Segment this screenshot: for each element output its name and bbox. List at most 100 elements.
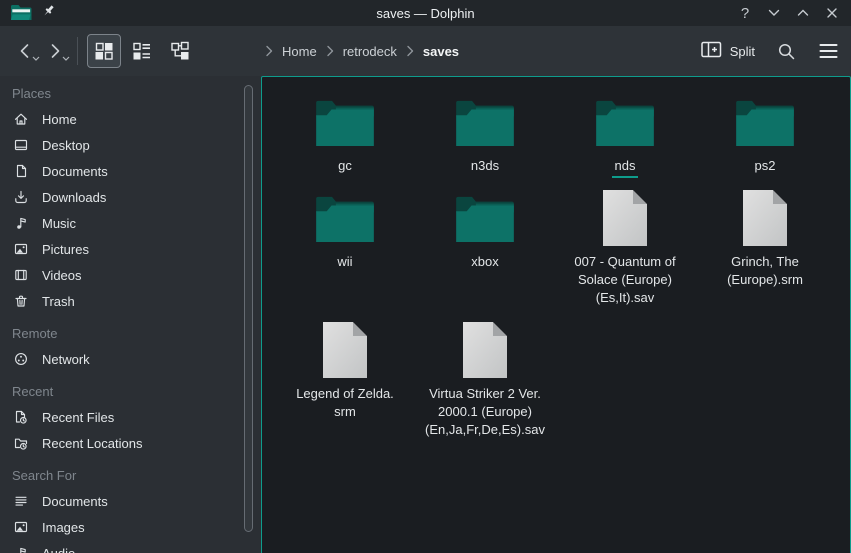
breadcrumb-current[interactable]: saves bbox=[423, 44, 459, 59]
back-dropdown-caret-icon[interactable] bbox=[32, 50, 40, 65]
file-icon bbox=[602, 187, 648, 249]
folder-icon bbox=[315, 187, 375, 249]
dolphin-window: saves — Dolphin ? Home retrodeck saves Spl… bbox=[0, 0, 851, 553]
search-button[interactable] bbox=[776, 41, 797, 62]
forward-button[interactable] bbox=[40, 36, 70, 66]
details-view-button[interactable] bbox=[125, 34, 159, 68]
sidebar-item-label: Documents bbox=[42, 494, 108, 509]
sidebar-section-title: Remote bbox=[0, 322, 261, 346]
sidebar-item-label: Desktop bbox=[42, 138, 90, 153]
sidebar-section: RecentRecent FilesRecent Locations bbox=[0, 380, 261, 456]
item-label: wii bbox=[337, 253, 352, 271]
sidebar-item-label: Images bbox=[42, 520, 85, 535]
sidebar-item-documents[interactable]: Documents bbox=[0, 488, 261, 514]
video-icon bbox=[13, 267, 29, 283]
item-label: 007 - Quantum ofSolace (Europe)(Es,It).s… bbox=[574, 253, 675, 307]
file-item-virtua[interactable]: Virtua Striker 2 Ver.2000.1 (Europe)(En,… bbox=[415, 319, 555, 459]
sidebar-section: Search For Documents Images Audio bbox=[0, 464, 261, 553]
breadcrumb-separator-icon bbox=[324, 45, 336, 57]
folder-item-nds[interactable]: nds bbox=[555, 91, 695, 187]
breadcrumb-item[interactable]: retrodeck bbox=[343, 44, 397, 59]
sidebar-item-documents[interactable]: Documents bbox=[0, 158, 261, 184]
home-icon bbox=[13, 111, 29, 127]
toolbar-separator bbox=[77, 37, 78, 65]
sidebar-item-label: Music bbox=[42, 216, 76, 231]
file-item-legend[interactable]: Legend of Zelda.srm bbox=[275, 319, 415, 459]
sidebar-item-network[interactable]: Network bbox=[0, 346, 261, 372]
file-item-007[interactable]: 007 - Quantum ofSolace (Europe)(Es,It).s… bbox=[555, 187, 695, 319]
recent-locations-icon bbox=[13, 435, 29, 451]
close-button[interactable] bbox=[823, 4, 841, 22]
sidebar-scrollbar-thumb[interactable] bbox=[244, 85, 253, 532]
sidebar-item-pictures[interactable]: Pictures bbox=[0, 236, 261, 262]
folder-item-wii[interactable]: wii bbox=[275, 187, 415, 319]
item-label: Legend of Zelda.srm bbox=[296, 385, 394, 421]
maximize-button[interactable] bbox=[794, 4, 812, 22]
sidebar-item-videos[interactable]: Videos bbox=[0, 262, 261, 288]
sidebar-item-recent-files[interactable]: Recent Files bbox=[0, 404, 261, 430]
sidebar-item-label: Downloads bbox=[42, 190, 106, 205]
hamburger-menu-button[interactable] bbox=[818, 42, 839, 60]
back-button[interactable] bbox=[10, 36, 40, 66]
sidebar-item-label: Recent Locations bbox=[42, 436, 142, 451]
minimize-button[interactable] bbox=[765, 4, 783, 22]
recent-files-icon bbox=[13, 409, 29, 425]
breadcrumb-item[interactable]: Home bbox=[282, 44, 317, 59]
desktop-icon bbox=[13, 137, 29, 153]
help-button[interactable]: ? bbox=[736, 4, 754, 22]
sidebar-section-title: Places bbox=[0, 82, 261, 106]
split-button[interactable]: Split bbox=[701, 41, 755, 61]
sidebar-item-label: Trash bbox=[42, 294, 75, 309]
download-icon bbox=[13, 189, 29, 205]
folder-item-xbox[interactable]: xbox bbox=[415, 187, 555, 319]
app-folder-icon bbox=[10, 2, 32, 25]
sidebar-section: RemoteNetwork bbox=[0, 322, 261, 372]
sidebar-item-home[interactable]: Home bbox=[0, 106, 261, 132]
breadcrumb: Home retrodeck saves bbox=[263, 26, 459, 76]
item-label: ps2 bbox=[755, 157, 776, 175]
file-icon bbox=[322, 319, 368, 381]
music-icon bbox=[13, 215, 29, 231]
sidebar-item-label: Home bbox=[42, 112, 77, 127]
forward-dropdown-caret-icon[interactable] bbox=[62, 50, 70, 65]
image-icon bbox=[13, 241, 29, 257]
sidebar-section-title: Search For bbox=[0, 464, 261, 488]
sidebar-item-label: Pictures bbox=[42, 242, 89, 257]
sidebar-item-label: Videos bbox=[42, 268, 82, 283]
file-icon bbox=[742, 187, 788, 249]
folder-icon bbox=[455, 187, 515, 249]
split-icon bbox=[701, 41, 722, 61]
item-label: Virtua Striker 2 Ver.2000.1 (Europe)(En,… bbox=[425, 385, 545, 439]
icons-view-button[interactable] bbox=[87, 34, 121, 68]
sidebar-item-label: Documents bbox=[42, 164, 108, 179]
file-item-grinch,[interactable]: Grinch, The(Europe).srm bbox=[695, 187, 835, 319]
folder-icon bbox=[315, 91, 375, 153]
toolbar: Home retrodeck saves Split bbox=[0, 26, 851, 76]
file-icon bbox=[462, 319, 508, 381]
folder-item-ps2[interactable]: ps2 bbox=[695, 91, 835, 187]
tree-view-button[interactable] bbox=[163, 34, 197, 68]
text-lines-icon bbox=[13, 493, 29, 509]
sidebar-section: Places Home Desktop Documents Downloads Music… bbox=[0, 82, 261, 314]
pin-icon[interactable] bbox=[41, 3, 58, 23]
item-label: Grinch, The(Europe).srm bbox=[727, 253, 803, 289]
folder-item-n3ds[interactable]: n3ds bbox=[415, 91, 555, 187]
titlebar: saves — Dolphin ? bbox=[0, 0, 851, 26]
sidebar-item-audio[interactable]: Audio bbox=[0, 540, 261, 553]
sidebar-item-recent-locations[interactable]: Recent Locations bbox=[0, 430, 261, 456]
folder-item-gc[interactable]: gc bbox=[275, 91, 415, 187]
split-label: Split bbox=[730, 44, 755, 59]
item-label: gc bbox=[338, 157, 352, 175]
item-label: n3ds bbox=[471, 157, 499, 175]
item-label: nds bbox=[612, 157, 639, 178]
folder-view[interactable]: gc n3ds nds ps2 wii xbox 007 - Quantum ofSolac… bbox=[261, 76, 851, 553]
sidebar-item-images[interactable]: Images bbox=[0, 514, 261, 540]
breadcrumb-separator-icon bbox=[263, 45, 275, 57]
sidebar-item-desktop[interactable]: Desktop bbox=[0, 132, 261, 158]
image-icon bbox=[13, 519, 29, 535]
breadcrumb-separator-icon bbox=[404, 45, 416, 57]
sidebar-item-trash[interactable]: Trash bbox=[0, 288, 261, 314]
places-panel: Places Home Desktop Documents Downloads Music… bbox=[0, 76, 261, 553]
sidebar-item-music[interactable]: Music bbox=[0, 210, 261, 236]
sidebar-item-downloads[interactable]: Downloads bbox=[0, 184, 261, 210]
